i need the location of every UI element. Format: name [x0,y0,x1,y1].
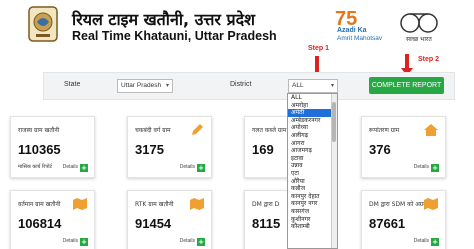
district-option[interactable]: कन्नौज [288,185,337,193]
district-select-value: ALL [292,82,304,89]
plus-icon[interactable]: + [197,238,205,246]
dropdown-scrollbar[interactable] [331,94,337,248]
state-select[interactable]: Uttar Pradesh ▾ [117,79,173,93]
card-title: चकबंदी वर्ग ग्राम [135,127,171,134]
details-link[interactable]: Details [180,238,195,244]
district-option[interactable]: उन्नाव [288,162,337,170]
step2-arrow-icon [401,54,413,76]
step1-label: Step 1 [308,45,330,52]
card-consolidation-village[interactable]: चकबंदी वर्ग ग्राम 3175 Details + [127,116,212,178]
card-current-village-khatauni[interactable]: वर्तमान ग्राम खतौनी 106814 Details + [10,190,95,249]
swachh-text: स्वच्छ भारत [406,36,432,43]
card-revenue-village-khatauni[interactable]: राजस्व ग्राम खतौनी 110365 मासिक कार्य रि… [10,116,95,178]
district-option[interactable]: कानपुर नगर [288,200,337,208]
district-option[interactable]: कुशीनगर [288,216,337,224]
azadi-line2: Amrit Mahotsav [337,35,383,42]
card-value: 110365 [18,142,61,157]
details-link[interactable]: Details [414,238,429,244]
chevron-down-icon: ▾ [165,83,169,89]
plus-icon[interactable]: + [80,164,88,172]
state-select-value: Uttar Pradesh [121,82,162,89]
card-title: रूपांतरण ग्राम [369,127,400,134]
district-option[interactable]: कौशाम्बी [288,223,337,231]
map-icon [73,198,87,210]
up-emblem-logo [28,6,58,42]
card-rtk-village-khatauni[interactable]: RTK ग्राम खतौनी 91454 Details + [127,190,212,249]
card-title: राजस्व ग्राम खतौनी [18,127,60,134]
district-option[interactable]: अयोध्या [288,124,337,132]
card-value: 106814 [18,216,62,231]
plus-icon[interactable]: + [197,164,205,172]
details-link[interactable]: Details [180,164,195,170]
plus-icon[interactable]: + [431,164,439,172]
card-title: RTK ग्राम खतौनी [135,201,174,208]
card-value: 169 [252,142,274,157]
card-title: गलत कब्जे ग्राम [252,127,287,134]
site-title-hindi: रियल टाइम खतौनी, उत्तर प्रदेश [72,10,256,29]
district-option[interactable]: इटावा [288,155,337,163]
district-dropdown-list[interactable]: ALL अमरोहा अमेठी अम्बेडकरनगर अयोध्या अलीगढ़ आग… [287,93,338,249]
district-option[interactable]: अलीगढ़ [288,132,337,140]
district-option[interactable]: आगरा [288,140,337,148]
card-title: DM द्वारा D [252,201,280,208]
azadi-line1: Azadi Ka [337,27,367,34]
card-value: 376 [369,142,391,157]
map-icon [424,198,438,210]
card-value: 91454 [135,216,172,231]
district-option[interactable]: कासगंज [288,208,337,216]
card-dm-to-sdm-forwarded[interactable]: DM द्वारा SDM को अग्रसारित 87661 Details… [361,190,446,249]
filter-bar: State Uttar Pradesh ▾ District ALL ▾ COM… [43,72,455,100]
plus-icon[interactable]: + [80,238,88,246]
monthly-report-link[interactable]: मासिक कार्य रिपोर्ट [18,164,52,170]
district-option[interactable]: ALL [288,94,337,102]
plus-icon[interactable]: + [431,238,439,246]
azadi-ka-amrit-mahotsav-logo: 75 Azadi Ka Amrit Mahotsav [335,8,387,46]
card-value: 87661 [369,216,406,231]
district-option[interactable]: अमेठी [288,109,337,117]
step2-label: Step 2 [418,56,440,63]
state-label: State [64,81,81,88]
map-icon [190,198,204,210]
card-value: 3175 [135,142,164,157]
district-option[interactable]: एटा [288,170,337,178]
site-header: रियल टाइम खतौनी, उत्तर प्रदेश Real Time … [0,0,474,50]
district-option[interactable]: कानपुर देहात [288,193,337,201]
chevron-down-icon: ▾ [330,83,334,89]
site-title-english: Real Time Khatauni, Uttar Pradesh [72,29,277,43]
district-select[interactable]: ALL ▾ [288,79,338,93]
complete-report-button[interactable]: COMPLETE REPORT [369,77,444,94]
pencil-icon [192,124,203,135]
details-link[interactable]: Details [414,164,429,170]
card-conversion-village[interactable]: रूपांतरण ग्राम 376 Details + [361,116,446,178]
details-link[interactable]: Details [63,238,78,244]
card-title: वर्तमान ग्राम खतौनी [18,201,61,208]
swachh-bharat-logo: स्वच्छ भारत [400,13,438,43]
card-value: 8115 [252,216,281,231]
district-label: District [230,81,252,88]
district-option[interactable]: आजमगढ़ [288,147,337,155]
details-link[interactable]: Details [63,164,78,170]
dropdown-scroll-thumb[interactable] [332,102,336,142]
house-icon [424,124,438,136]
district-option[interactable]: औरैया [288,178,337,186]
